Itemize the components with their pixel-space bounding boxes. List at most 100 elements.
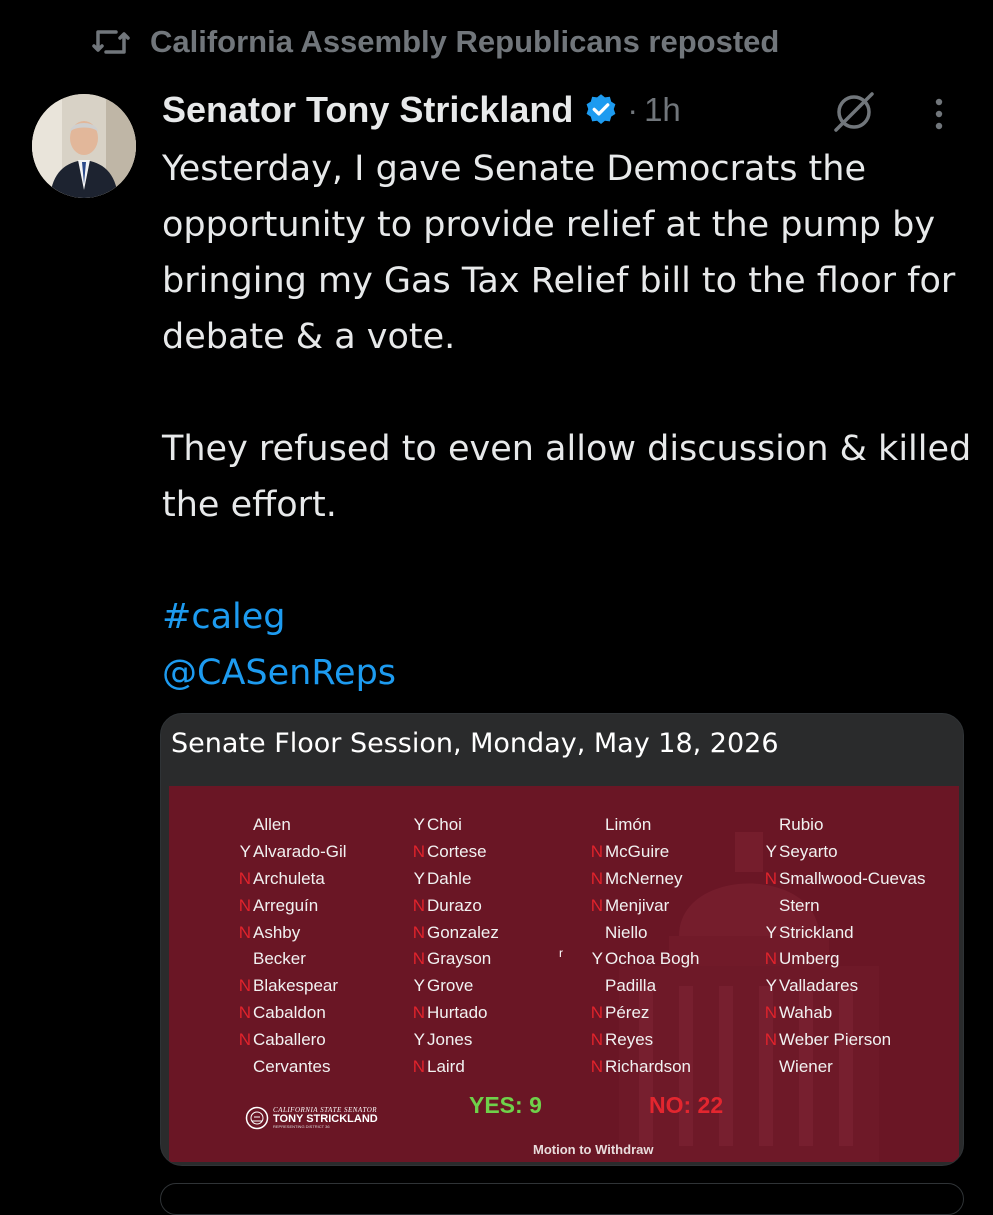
repost-label: California Assembly Republicans reposted [150,24,780,59]
vote-mark: N [412,1056,425,1076]
senator-vote-row: Y Strickland [759,919,925,946]
vote-mark: N [412,895,425,915]
stray-mark: r [559,946,563,960]
senator-vote-row: Y Jones [407,1026,499,1053]
senator-name: Allen [253,815,291,835]
motion-label: Motion to Withdraw [533,1142,654,1157]
separator-dot: · [627,91,639,128]
senator-vote-row: Niello [585,919,700,946]
senator-name: Laird [427,1056,465,1076]
senator-vote-row: N Blakespear [233,973,347,1000]
vote-mark: N [590,1029,603,1049]
vote-column: Limón N McGuire N McNerney N Menjivar Niello Y Oc… [585,812,700,1080]
vote-mark: Y [413,1029,425,1049]
vote-mark: N [590,895,603,915]
vote-mark: N [412,922,425,942]
vote-mark: Y [413,868,425,888]
vote-mark: Y [413,976,425,996]
senator-name: McGuire [605,842,670,862]
senator-name: Jones [427,1029,473,1049]
senator-name: Grove [427,976,474,996]
senator-name: Durazo [427,895,482,915]
senator-vote-row: Y Grove [407,973,499,1000]
senator-name: McNerney [605,868,683,888]
no-tally: NO: 22 [649,1092,724,1118]
grok-icon[interactable] [830,90,878,134]
hashtag-link[interactable]: #caleg [162,597,286,637]
senator-vote-row: N Archuleta [233,866,347,893]
senator-name: Choi [427,815,462,835]
senator-vote-row: Becker [233,946,347,973]
senator-name: Caballero [253,1029,326,1049]
vote-mark: Y [765,842,777,862]
avatar-image [32,94,136,198]
avatar[interactable] [32,94,136,198]
author-name[interactable]: Senator Tony Strickland [162,89,573,131]
senator-vote-row: N Hurtado [407,1000,499,1027]
mention-link[interactable]: @CASenReps [162,653,396,693]
senator-name: Weber Pierson [779,1029,892,1049]
vote-mark: N [238,922,251,942]
vote-mark: Y [765,976,777,996]
senator-vote-row: Y Ochoa Bogh [585,946,700,973]
more-options-icon[interactable] [928,96,950,136]
senator-vote-row: Y Alvarado-Gil [233,839,347,866]
senator-vote-row: N Laird [407,1053,499,1080]
vote-mark: N [764,1002,777,1022]
senator-name: Seyarto [779,842,838,862]
timestamp[interactable]: 1h [644,91,681,129]
tweet-media-image[interactable]: Senate Floor Session, Monday, May 18, 20… [160,713,964,1166]
senator-vote-row: Y Seyarto [759,839,925,866]
vote-mark: N [764,1029,777,1049]
senator-name: Niello [605,922,648,942]
senator-name: Strickland [779,922,854,942]
senator-name: Archuleta [253,868,325,888]
senator-vote-row: N Grayson [407,946,499,973]
senator-name: Becker [253,949,306,969]
senator-name: Padilla [605,976,657,996]
senator-name: Smallwood-Cuevas [779,868,926,888]
vote-mark: N [764,868,777,888]
state-seal-icon [245,1106,269,1130]
senator-vote-row: N Caballero [233,1026,347,1053]
vote-mark: N [764,949,777,969]
senator-vote-row: Wiener [759,1053,925,1080]
senator-logo: CALIFORNIA STATE SENATOR TONY STRICKLAND… [245,1106,378,1130]
vote-mark: Y [591,949,603,969]
vote-mark: N [238,1029,251,1049]
logo-line-3: REPRESENTING DISTRICT 36 [273,1124,330,1129]
senator-vote-row: Limón [585,812,700,839]
vote-mark: N [590,1002,603,1022]
vote-mark: N [238,895,251,915]
senator-name: Ochoa Bogh [605,949,700,969]
senator-vote-row: N Richardson [585,1053,700,1080]
senator-vote-row: Y Valladares [759,973,925,1000]
vote-mark: N [590,842,603,862]
vote-mark: N [238,976,251,996]
vote-mark: N [412,949,425,969]
senator-vote-row: N Weber Pierson [759,1026,925,1053]
senator-name: Grayson [427,949,492,969]
tweet-text: Yesterday, I gave Senate Democrats the o… [162,141,972,701]
vote-mark: Y [413,815,425,835]
senator-vote-row: N Reyes [585,1026,700,1053]
vote-mark: N [590,1056,603,1076]
verified-badge-icon [587,94,616,124]
repost-indicator[interactable]: California Assembly Republicans reposted [90,20,779,64]
tweet-paragraph: Yesterday, I gave Senate Democrats the o… [162,149,956,357]
senator-vote-row: Y Dahle [407,866,499,893]
senator-vote-row: N Menjivar [585,892,700,919]
vote-mark: N [412,842,425,862]
senator-name: Cervantes [253,1056,331,1076]
vote-mark: N [238,868,251,888]
senator-vote-row: N Wahab [759,1000,925,1027]
senator-name: Hurtado [427,1002,488,1022]
senator-name: Gonzalez [427,922,499,942]
tweet-header: Senator Tony Strickland · 1h [162,84,681,136]
senator-name: Reyes [605,1029,654,1049]
yes-tally: YES: 9 [469,1092,542,1118]
tweet-paragraph: They refused to even allow discussion & … [162,429,972,525]
senator-vote-row: Allen [233,812,347,839]
vote-column: Y Choi N Cortese Y Dahle N Durazo N Gonzalez N Gray… [407,812,499,1080]
senator-name: Richardson [605,1056,691,1076]
